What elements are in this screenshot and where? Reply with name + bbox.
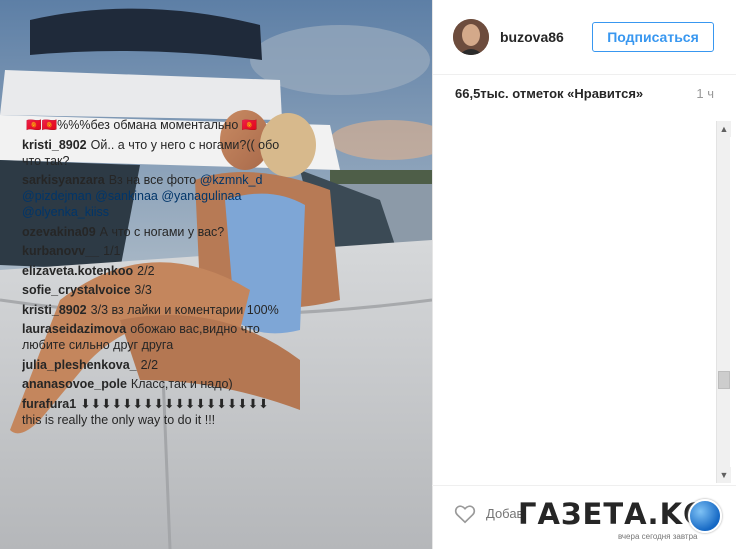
avatar[interactable] — [453, 19, 489, 55]
comment-user[interactable]: elizaveta.kotenkoo — [22, 264, 133, 278]
chevron-down-icon[interactable]: ▼ — [717, 467, 731, 483]
watermark: ГАЗЕТА.KG вчера сегодня завтра — [518, 495, 730, 545]
comment-item: sarkisyanzara Вз на все фото @kzmnk_d @pi… — [22, 172, 286, 220]
post-time[interactable]: 1 ч — [696, 86, 714, 101]
comment-text: 1/1 — [103, 244, 121, 258]
comment-item: ozevakina09 А что с ногами у вас? — [22, 224, 286, 240]
comment-user[interactable]: lauraseidazimova — [22, 322, 126, 336]
comment-item: elizaveta.kotenkoo 2/2 — [22, 263, 286, 279]
comment-text: 2/2 — [140, 357, 159, 372]
comment-text: А что с ногами у вас? — [99, 224, 225, 239]
heart-icon[interactable] — [454, 504, 476, 524]
comment-item: 🇰🇬🇰🇬%%%без обмана моментально 🇰🇬 — [22, 117, 286, 133]
comment-user[interactable]: sarkisyanzara — [22, 173, 105, 187]
comment-user[interactable]: ozevakina09 — [22, 225, 96, 239]
comment-user[interactable]: kristi_8902 — [22, 303, 87, 317]
comments-list: 🇰🇬🇰🇬%%%без обмана моментально 🇰🇬 kristi_… — [22, 117, 286, 485]
watermark-logo-text: ГАЗЕТА.KG — [518, 497, 708, 531]
comment-item: furafura1 ⬇⬇⬇⬇⬇⬇⬇⬇⬇⬇⬇⬇⬇⬇⬇⬇⬇⬇ this is real… — [22, 396, 286, 428]
comment-item: ananasovoe_pole Класс,так и надо) — [22, 376, 286, 392]
post-meta: 66,5тыс. отметок «Нравится» 1 ч — [433, 75, 736, 113]
likes-count[interactable]: 66,5тыс. отметок «Нравится» — [455, 86, 643, 101]
comment-text: 🇰🇬🇰🇬%%%без обмана моментально 🇰🇬 — [26, 118, 258, 132]
comment-text: Класс,так и надо) — [130, 377, 233, 391]
scrollbar-thumb[interactable] — [718, 371, 730, 389]
comment-text: 2/2 — [137, 263, 155, 278]
comment-text: Вз на все фото — [108, 173, 197, 187]
comment-user[interactable]: kurbanovv__ — [22, 244, 99, 258]
comment-item: julia_pleshenkova_ 2/2 — [22, 357, 286, 373]
comment-text: 3/3 — [134, 283, 152, 297]
globe-icon — [688, 499, 722, 533]
post-side-panel: buzova86 Подписаться 66,5тыс. отметок «Н… — [432, 0, 736, 549]
comment-item: lauraseidazimova обожаю вас,видно что люб… — [22, 321, 286, 353]
comment-item: sofie_crystalvoice 3/3 — [22, 282, 286, 298]
comment-user[interactable]: julia_pleshenkova_ — [22, 358, 137, 372]
follow-button[interactable]: Подписаться — [592, 22, 714, 52]
comment-item: kristi_8902 Ой.. а что у него с ногами?((… — [22, 137, 286, 169]
comment-user[interactable]: sofie_crystalvoice — [22, 283, 130, 297]
username-link[interactable]: buzova86 — [500, 29, 564, 45]
comment-text: 3/3 вз лайки и коментарии 100% — [90, 302, 279, 317]
comment-user[interactable]: ananasovoe_pole — [22, 377, 127, 391]
comments-scrollbar[interactable]: ▲ ▼ — [716, 121, 731, 483]
comment-item: kristi_8902 3/3 вз лайки и коментарии 100… — [22, 302, 286, 318]
comment-user[interactable]: kristi_8902 — [22, 138, 87, 152]
chevron-up-icon[interactable]: ▲ — [717, 121, 731, 137]
watermark-tagline: вчера сегодня завтра — [618, 532, 698, 541]
comment-item: kurbanovv__ 1/1 — [22, 243, 286, 259]
post-header: buzova86 Подписаться — [433, 0, 736, 75]
comment-user[interactable]: furafura1 — [22, 397, 76, 411]
